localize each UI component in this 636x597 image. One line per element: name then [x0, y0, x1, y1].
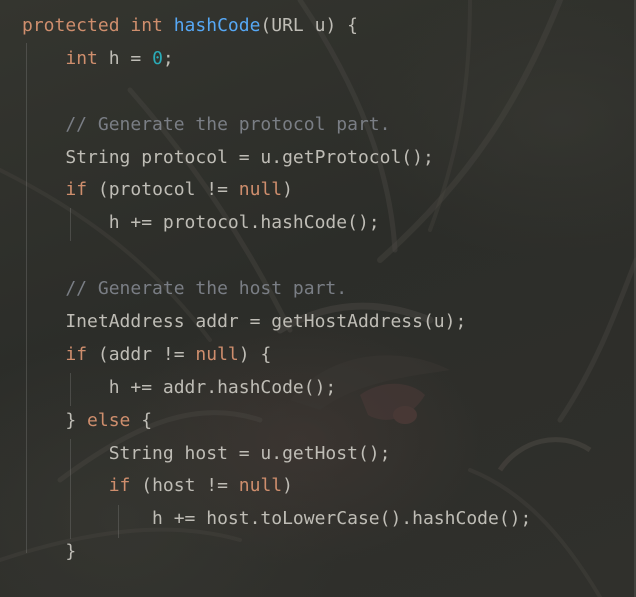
code-token: // Generate the protocol part.	[22, 113, 391, 135]
code-token: // Generate the host part.	[22, 278, 348, 300]
code-line[interactable]: String host = u.getHost();	[22, 438, 531, 471]
code-line[interactable]: InetAddress addr = getHostAddress(u);	[22, 306, 531, 339]
code-token: }	[22, 541, 77, 563]
code-token: String protocol = u.getProtocol();	[22, 146, 434, 168]
code-editor[interactable]: protected int hashCode(URL u) { int h = …	[0, 0, 636, 597]
code-token: null	[238, 179, 283, 201]
code-token: if	[65, 179, 88, 201]
code-token: null	[195, 343, 239, 365]
code-line[interactable]: int h = 0;	[22, 43, 531, 76]
code-token: int	[65, 47, 98, 69]
code-token: h += protocol.hashCode();	[22, 212, 380, 234]
code-token: (URL u) {	[260, 15, 358, 36]
code-token: (protocol !=	[87, 179, 239, 201]
code-token: if	[108, 475, 131, 497]
code-line[interactable]: h += host.toLowerCase().hashCode();	[22, 503, 531, 536]
code-token: String host = u.getHost();	[22, 442, 391, 464]
code-token: }	[22, 409, 88, 431]
code-token: else	[87, 409, 131, 431]
code-token: h += host.toLowerCase().hashCode();	[22, 508, 532, 530]
code-token: h =	[97, 47, 153, 69]
code-token: InetAddress addr = getHostAddress(u);	[22, 311, 467, 333]
code-line[interactable]: h += addr.hashCode();	[22, 372, 531, 405]
code-token: )	[282, 179, 293, 201]
code-token: hashCode	[173, 15, 261, 36]
code-line[interactable]: // Generate the host part.	[22, 273, 531, 306]
code-token: ) {	[238, 343, 272, 365]
code-token: (addr !=	[87, 343, 196, 365]
code-line[interactable]: if (protocol != null)	[22, 174, 531, 207]
code-token: if	[65, 343, 88, 365]
code-token: 0	[152, 47, 163, 69]
code-line[interactable]: if (host != null)	[22, 470, 531, 503]
code-line[interactable]: h += protocol.hashCode();	[22, 207, 531, 240]
code-content[interactable]: protected int hashCode(URL u) { int h = …	[22, 10, 531, 569]
code-line[interactable]	[22, 240, 531, 273]
code-line[interactable]	[22, 76, 531, 109]
code-token: ;	[162, 47, 174, 69]
code-token: protected int	[22, 15, 174, 36]
code-line[interactable]: protected int hashCode(URL u) {	[22, 10, 531, 43]
code-token: {	[130, 409, 153, 431]
code-token: h += addr.hashCode();	[22, 376, 337, 398]
code-line[interactable]: } else {	[22, 405, 531, 438]
code-line[interactable]: }	[22, 536, 531, 569]
code-token: (host !=	[130, 475, 239, 497]
code-line[interactable]: if (addr != null) {	[22, 339, 531, 372]
code-token: )	[282, 475, 293, 497]
code-line[interactable]: // Generate the protocol part.	[22, 109, 531, 142]
code-line[interactable]: String protocol = u.getProtocol();	[22, 142, 531, 175]
code-token: null	[238, 475, 283, 497]
